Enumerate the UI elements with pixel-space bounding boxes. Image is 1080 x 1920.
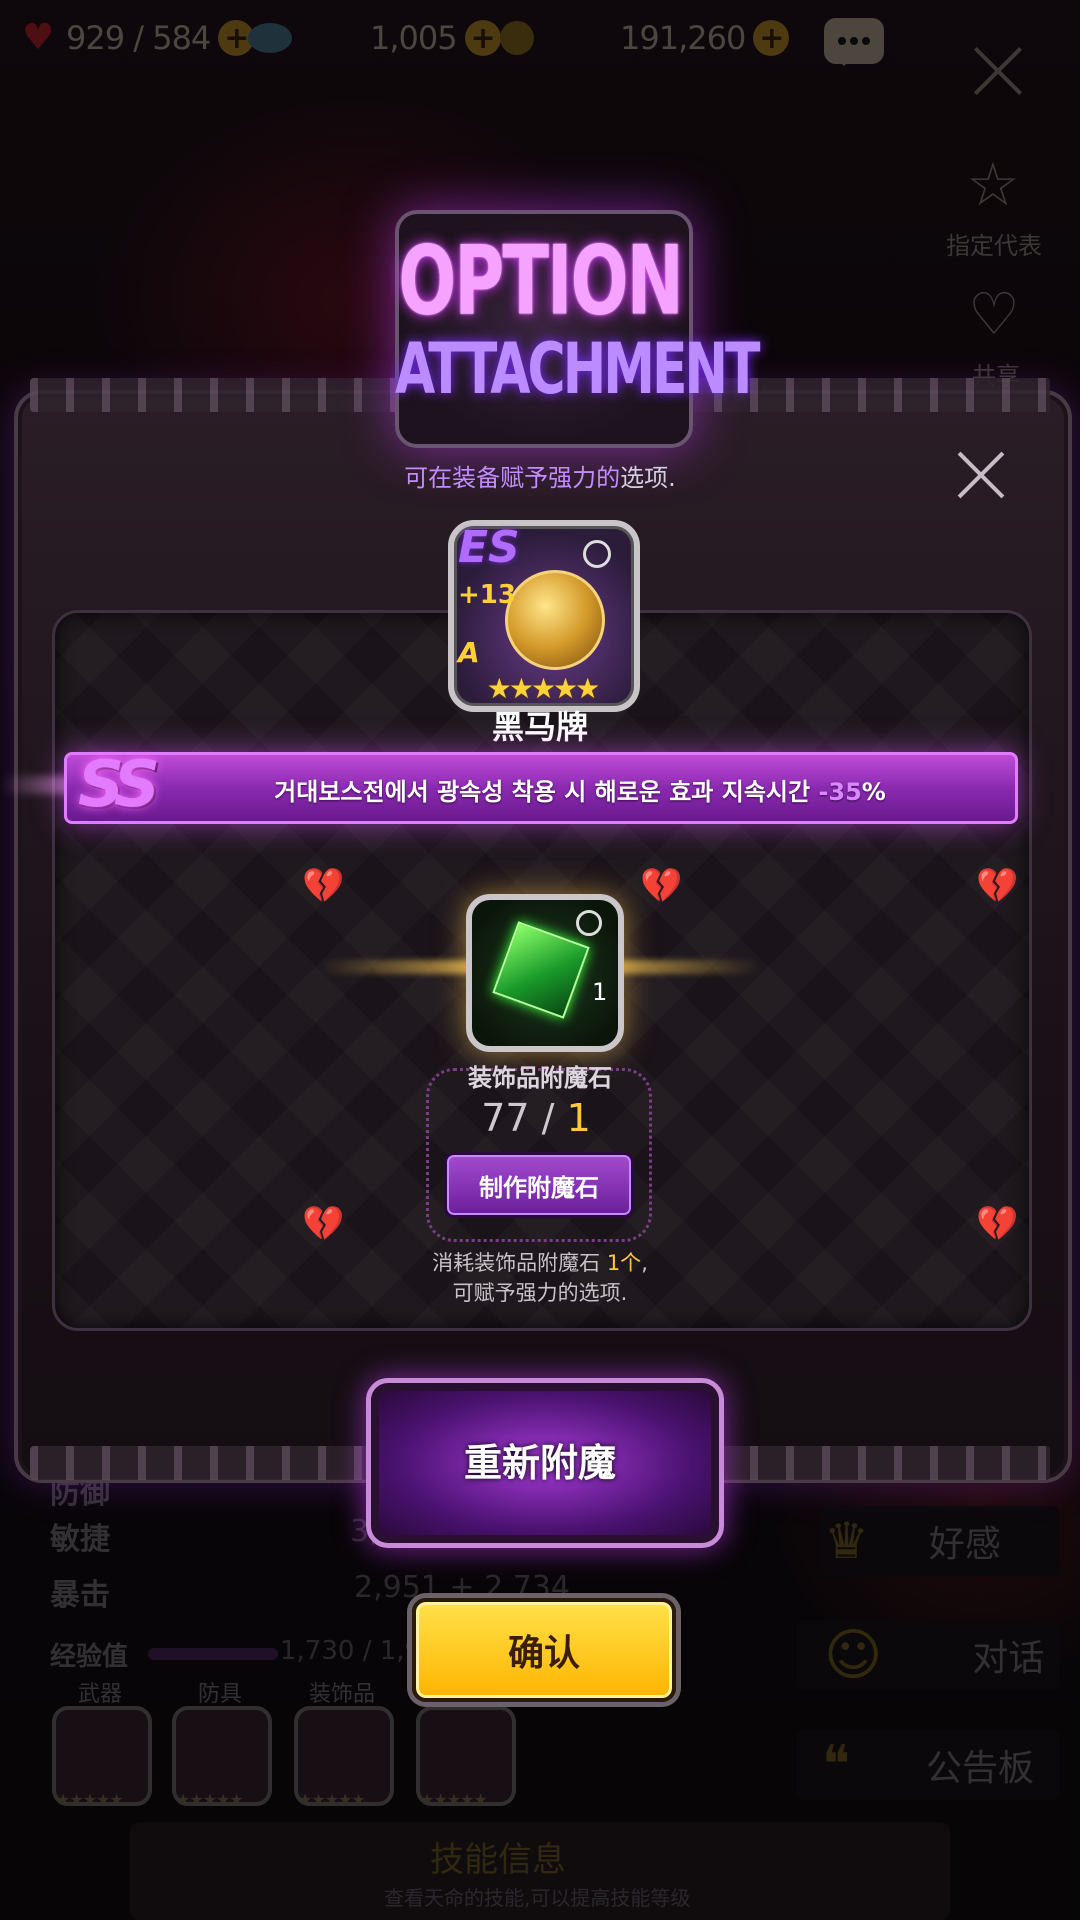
cost-note-comma: , [641, 1251, 648, 1275]
option-value: -35 [818, 778, 862, 806]
confirm-button[interactable]: 确认 [412, 1598, 676, 1702]
stone-owned: 77 [481, 1096, 530, 1140]
dialog-close-button[interactable] [958, 452, 1004, 498]
stone-count: 1 [592, 978, 608, 1006]
broken-heart-icon: 💔 [302, 866, 345, 906]
subtitle-rest: 选项. [620, 464, 676, 492]
lock-icon [576, 910, 602, 936]
item-grade: ES [458, 522, 520, 573]
option-description: 거대보스전에서 광속성 착용 시 해로운 효과 지속시간 [274, 778, 819, 806]
stone-name: 装饰品附魔石 [468, 1064, 612, 1092]
cost-note-qty: 1个 [606, 1251, 642, 1275]
broken-heart-icon: 💔 [976, 866, 1019, 906]
subtitle-highlight: 可在装备赋予强力的 [404, 464, 621, 492]
cost-note-line2: 可赋予强力的选项. [452, 1281, 628, 1305]
option-text: 거대보스전에서 광속성 착용 시 해로운 효과 지속시간 -35% [160, 772, 1000, 807]
dialog-title-line2: ATTACHMENT [395, 329, 761, 411]
medal-icon [505, 570, 605, 670]
cost-note-text: 消耗装饰品附魔石 [432, 1251, 607, 1275]
item-enhance-level: +13 [458, 580, 516, 610]
lock-icon [583, 540, 611, 568]
cost-note: 消耗装饰品附魔石 1个, 可赋予强力的选项. [340, 1248, 740, 1308]
broken-heart-icon: 💔 [976, 1204, 1019, 1244]
craft-stone-button[interactable]: 制作附魔石 [444, 1152, 634, 1218]
item-stars: ★★★★★ [486, 672, 601, 705]
stone-required: 1 [566, 1096, 591, 1140]
reenchant-label: 重新附魔 [463, 1441, 616, 1485]
item-tier: A [458, 636, 480, 669]
dialog-title-line1: OPTION [398, 224, 684, 337]
stone-quantity: 77 / 1 [481, 1096, 591, 1140]
option-unit: % [861, 778, 886, 806]
broken-heart-icon: 💔 [640, 866, 683, 906]
item-name: 黑马牌 [491, 708, 588, 746]
broken-heart-icon: 💔 [302, 1204, 345, 1244]
option-grade-badge: SS [78, 748, 160, 822]
dialog-subtitle: 可在装备赋予强力的选项. [0, 458, 1080, 493]
